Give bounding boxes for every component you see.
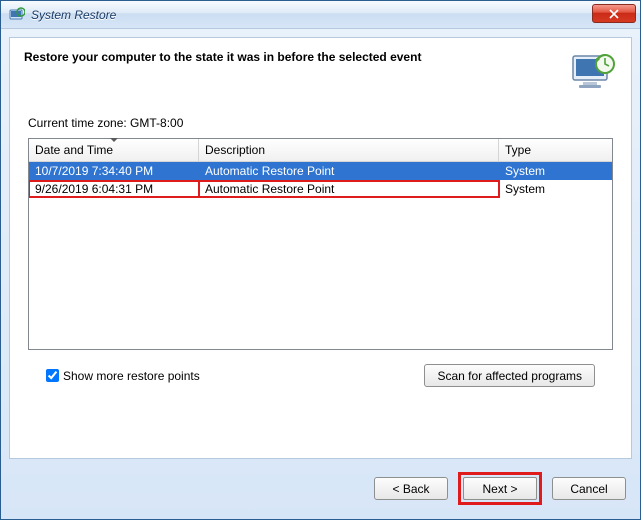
scan-affected-button[interactable]: Scan for affected programs (424, 364, 595, 387)
next-button[interactable]: Next > (463, 477, 537, 500)
back-button[interactable]: < Back (374, 477, 448, 500)
next-button-highlight: Next > (458, 472, 542, 505)
show-more-checkbox[interactable]: Show more restore points (46, 369, 200, 383)
cell-type: System (499, 181, 612, 197)
cell-description: Automatic Restore Point (199, 163, 499, 179)
close-button[interactable] (592, 4, 636, 23)
restore-points-grid[interactable]: Date and Time Description Type 10/7/2019… (28, 138, 613, 350)
titlebar[interactable]: System Restore (1, 1, 640, 29)
grid-footer: Show more restore points Scan for affect… (28, 350, 613, 387)
col-header-datetime[interactable]: Date and Time (29, 139, 199, 161)
col-header-datetime-label: Date and Time (35, 143, 113, 157)
cell-datetime: 10/7/2019 7:34:40 PM (29, 163, 199, 179)
system-restore-icon (9, 7, 25, 23)
cell-datetime: 9/26/2019 6:04:31 PM (29, 181, 199, 197)
table-row[interactable]: 10/7/2019 7:34:40 PMAutomatic Restore Po… (29, 162, 612, 180)
cell-description: Automatic Restore Point (199, 181, 499, 197)
cell-type: System (499, 163, 612, 179)
page-header: Restore your computer to the state it wa… (10, 38, 631, 116)
col-header-description[interactable]: Description (199, 139, 499, 161)
show-more-label: Show more restore points (63, 369, 200, 383)
system-restore-window: System Restore Restore your computer to … (0, 0, 641, 520)
col-header-type[interactable]: Type (499, 139, 612, 161)
sort-indicator-desc-icon (110, 138, 118, 142)
window-title: System Restore (31, 8, 116, 22)
grid-body[interactable]: 10/7/2019 7:34:40 PMAutomatic Restore Po… (29, 162, 612, 349)
wizard-buttons: < Back Next > Cancel (374, 472, 626, 505)
restore-monitor-icon (569, 48, 617, 96)
table-row[interactable]: 9/26/2019 6:04:31 PMAutomatic Restore Po… (29, 180, 612, 198)
body-area: Current time zone: GMT-8:00 Date and Tim… (10, 116, 631, 397)
content-panel: Restore your computer to the state it wa… (9, 37, 632, 459)
page-title: Restore your computer to the state it wa… (24, 48, 559, 64)
show-more-checkbox-input[interactable] (46, 369, 59, 382)
timezone-label: Current time zone: GMT-8:00 (28, 116, 613, 130)
grid-header[interactable]: Date and Time Description Type (29, 139, 612, 162)
cancel-button[interactable]: Cancel (552, 477, 626, 500)
